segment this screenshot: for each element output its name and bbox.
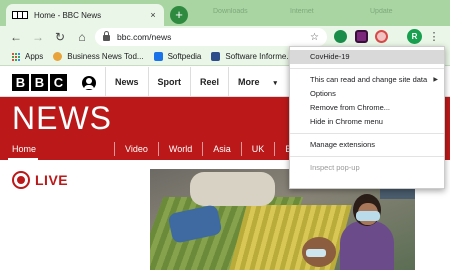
- reload-button[interactable]: ↻: [52, 29, 68, 45]
- menu-item-site-access[interactable]: This can read and change site data ▶: [290, 73, 444, 87]
- menu-item-manage-extensions[interactable]: Manage extensions: [290, 138, 444, 152]
- bookmark-softpedia[interactable]: Softpedia: [153, 52, 202, 61]
- bookmark-star-icon[interactable]: ☆: [310, 32, 319, 43]
- menu-item-options[interactable]: Options: [290, 87, 444, 101]
- forward-button[interactable]: →: [30, 29, 46, 45]
- section-home[interactable]: Home: [0, 142, 46, 161]
- topnav-more-label: More: [238, 77, 260, 87]
- menu-divider: [290, 156, 444, 157]
- section-world[interactable]: World: [157, 141, 202, 156]
- menu-item-hide[interactable]: Hide in Chrome menu: [290, 115, 444, 129]
- caret-down-icon: ▾: [273, 80, 278, 87]
- bbc-logo-letter: B: [31, 74, 48, 91]
- news-site-icon: [53, 52, 63, 61]
- bookmark-label: Apps: [25, 52, 44, 61]
- bbc-logo[interactable]: B B C: [12, 74, 67, 91]
- covhide-extension-icon[interactable]: [375, 30, 388, 43]
- lock-icon[interactable]: [103, 31, 110, 41]
- live-indicator[interactable]: LIVE: [12, 171, 68, 189]
- bookmark-label: Software Informe...: [225, 52, 293, 61]
- menu-item-extension-name[interactable]: CovHide-19: [290, 50, 444, 64]
- apps-grid-icon: [12, 52, 20, 61]
- bookmark-label: Business News Tod...: [67, 52, 144, 61]
- section-video[interactable]: Video: [114, 141, 158, 156]
- new-tab-button[interactable]: +: [170, 6, 188, 24]
- bookmark-business-news[interactable]: Business News Tod...: [53, 52, 144, 61]
- topnav-sport[interactable]: Sport: [147, 67, 191, 97]
- background-window-strip: Downloads Internet Update: [195, 0, 450, 26]
- bbc-logo-letter: C: [50, 74, 67, 91]
- tab-close-button[interactable]: ×: [148, 10, 158, 20]
- home-button[interactable]: ⌂: [74, 29, 90, 45]
- photo-face-mask: [356, 211, 380, 221]
- chrome-menu-button[interactable]: ⋮: [428, 29, 440, 45]
- purple-extension-icon[interactable]: [355, 30, 368, 43]
- softpedia-icon: [153, 52, 163, 61]
- extension-context-menu: CovHide-19 This can read and change site…: [289, 46, 445, 189]
- faded-tab-label: Internet: [290, 8, 314, 15]
- bookmark-software-informer[interactable]: Software Informe...: [211, 52, 293, 61]
- topnav-reel[interactable]: Reel: [190, 67, 228, 97]
- menu-divider: [290, 133, 444, 134]
- menu-divider: [290, 68, 444, 69]
- menu-item-remove[interactable]: Remove from Chrome...: [290, 101, 444, 115]
- section-asia[interactable]: Asia: [202, 141, 241, 156]
- tab-title: Home - BBC News: [34, 10, 102, 20]
- live-label: LIVE: [35, 172, 69, 188]
- account-icon[interactable]: [82, 76, 96, 90]
- bbc-logo-letter: B: [12, 74, 29, 91]
- photo-cloth: [190, 172, 275, 206]
- address-bar[interactable]: bbc.com/news ☆: [95, 28, 327, 46]
- bookmark-label: Softpedia: [167, 52, 202, 61]
- menu-item-label: This can read and change site data: [310, 75, 428, 84]
- section-uk[interactable]: UK: [240, 141, 275, 156]
- browser-tab-bbc-news[interactable]: Home - BBC News ×: [6, 4, 164, 26]
- photo-mat: [229, 205, 352, 270]
- bbc-topnav-links: News Sport Reel More ▾: [105, 67, 286, 97]
- browser-toolbar: ← → ↻ ⌂ bbc.com/news ☆ R ⋮: [0, 26, 450, 48]
- faded-tab-label: Downloads: [213, 8, 248, 15]
- browser-titlebar: Home - BBC News × + Downloads Internet U…: [0, 0, 450, 26]
- bbc-favicon-icon: [12, 11, 28, 19]
- green-extension-icon[interactable]: [334, 30, 347, 43]
- news-wordmark[interactable]: NEWS: [12, 100, 112, 137]
- software-informer-icon: [211, 52, 221, 61]
- photo-child-mask: [306, 249, 326, 257]
- bookmark-apps[interactable]: Apps: [12, 52, 43, 61]
- url-text[interactable]: bbc.com/news: [117, 32, 310, 42]
- photo-person: [340, 221, 394, 270]
- topnav-more[interactable]: More ▾: [228, 67, 286, 97]
- submenu-arrow-icon: ▶: [433, 77, 438, 83]
- back-button[interactable]: ←: [8, 29, 24, 45]
- topnav-news[interactable]: News: [105, 67, 148, 97]
- profile-avatar[interactable]: R: [407, 29, 422, 44]
- live-dot-icon: [12, 171, 30, 189]
- menu-item-inspect-popup: Inspect pop-up: [310, 163, 360, 172]
- faded-tab-label: Update: [370, 8, 393, 15]
